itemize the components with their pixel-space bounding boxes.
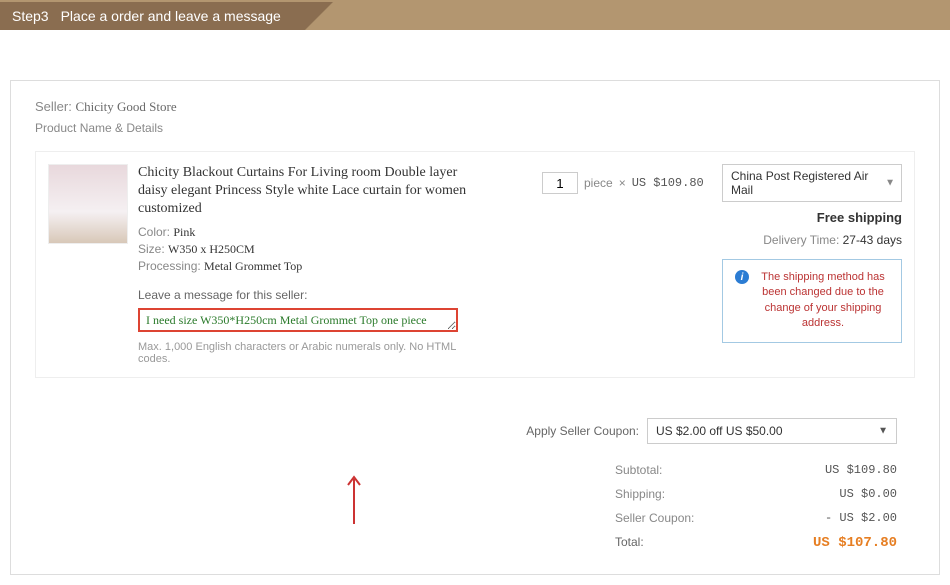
coupon-label: Apply Seller Coupon:: [526, 424, 639, 438]
quantity-input[interactable]: [542, 172, 578, 194]
info-icon: i: [735, 270, 749, 284]
message-hint: Max. 1,000 English characters or Arabic …: [138, 341, 488, 365]
attr-color: Color: Pink: [138, 225, 488, 240]
coupon-line: Seller Coupon: - US $2.00: [35, 506, 897, 530]
product-title: Chicity Blackout Curtains For Living roo…: [138, 164, 488, 219]
seller-line: Seller: Chicity Good Store: [35, 99, 915, 115]
seller-name: Chicity Good Store: [75, 99, 176, 114]
attr-size: Size: W350 x H250CM: [138, 242, 488, 257]
product-details-label: Product Name & Details: [35, 121, 915, 135]
step-number: Step3: [12, 8, 49, 24]
quantity-row: piece × US $109.80 China Post Registered…: [542, 164, 902, 202]
seller-label: Seller:: [35, 99, 72, 114]
right-column: piece × US $109.80 China Post Registered…: [542, 164, 902, 365]
line-price: US $109.80: [632, 176, 704, 190]
product-thumbnail[interactable]: [48, 164, 128, 244]
total-value: US $107.80: [813, 535, 897, 551]
free-shipping-label: Free shipping: [542, 210, 902, 225]
product-row: Chicity Blackout Curtains For Living roo…: [35, 151, 915, 378]
totals-section: Apply Seller Coupon: US $2.00 off US $50…: [35, 418, 915, 556]
leave-message-section: Leave a message for this seller: Max. 1,…: [138, 288, 488, 365]
shipping-method-select[interactable]: China Post Registered Air Mail ▼: [722, 164, 902, 202]
step-header: Step3 Place a order and leave a message: [0, 0, 950, 30]
total-line: Total: US $107.80: [35, 530, 897, 556]
coupon-row: Apply Seller Coupon: US $2.00 off US $50…: [35, 418, 897, 444]
chevron-down-icon: ▼: [885, 178, 895, 189]
chevron-down-icon: ▼: [878, 425, 888, 436]
subtotal-line: Subtotal: US $109.80: [35, 458, 897, 482]
delivery-time: Delivery Time: 27-43 days: [542, 233, 902, 247]
shipping-line: Shipping: US $0.00: [35, 482, 897, 506]
times-symbol: ×: [619, 176, 626, 190]
attr-processing: Processing: Metal Grommet Top: [138, 259, 488, 274]
notice-text: The shipping method has been changed due…: [757, 270, 889, 332]
quantity-unit: piece: [584, 176, 613, 190]
order-container: Seller: Chicity Good Store Product Name …: [10, 80, 940, 575]
leave-message-label: Leave a message for this seller:: [138, 288, 488, 302]
product-info: Chicity Blackout Curtains For Living roo…: [138, 164, 488, 365]
shipping-notice: i The shipping method has been changed d…: [722, 259, 902, 343]
step-title: Place a order and leave a message: [61, 8, 281, 24]
seller-message-input[interactable]: [138, 308, 458, 332]
coupon-select[interactable]: US $2.00 off US $50.00 ▼: [647, 418, 897, 444]
